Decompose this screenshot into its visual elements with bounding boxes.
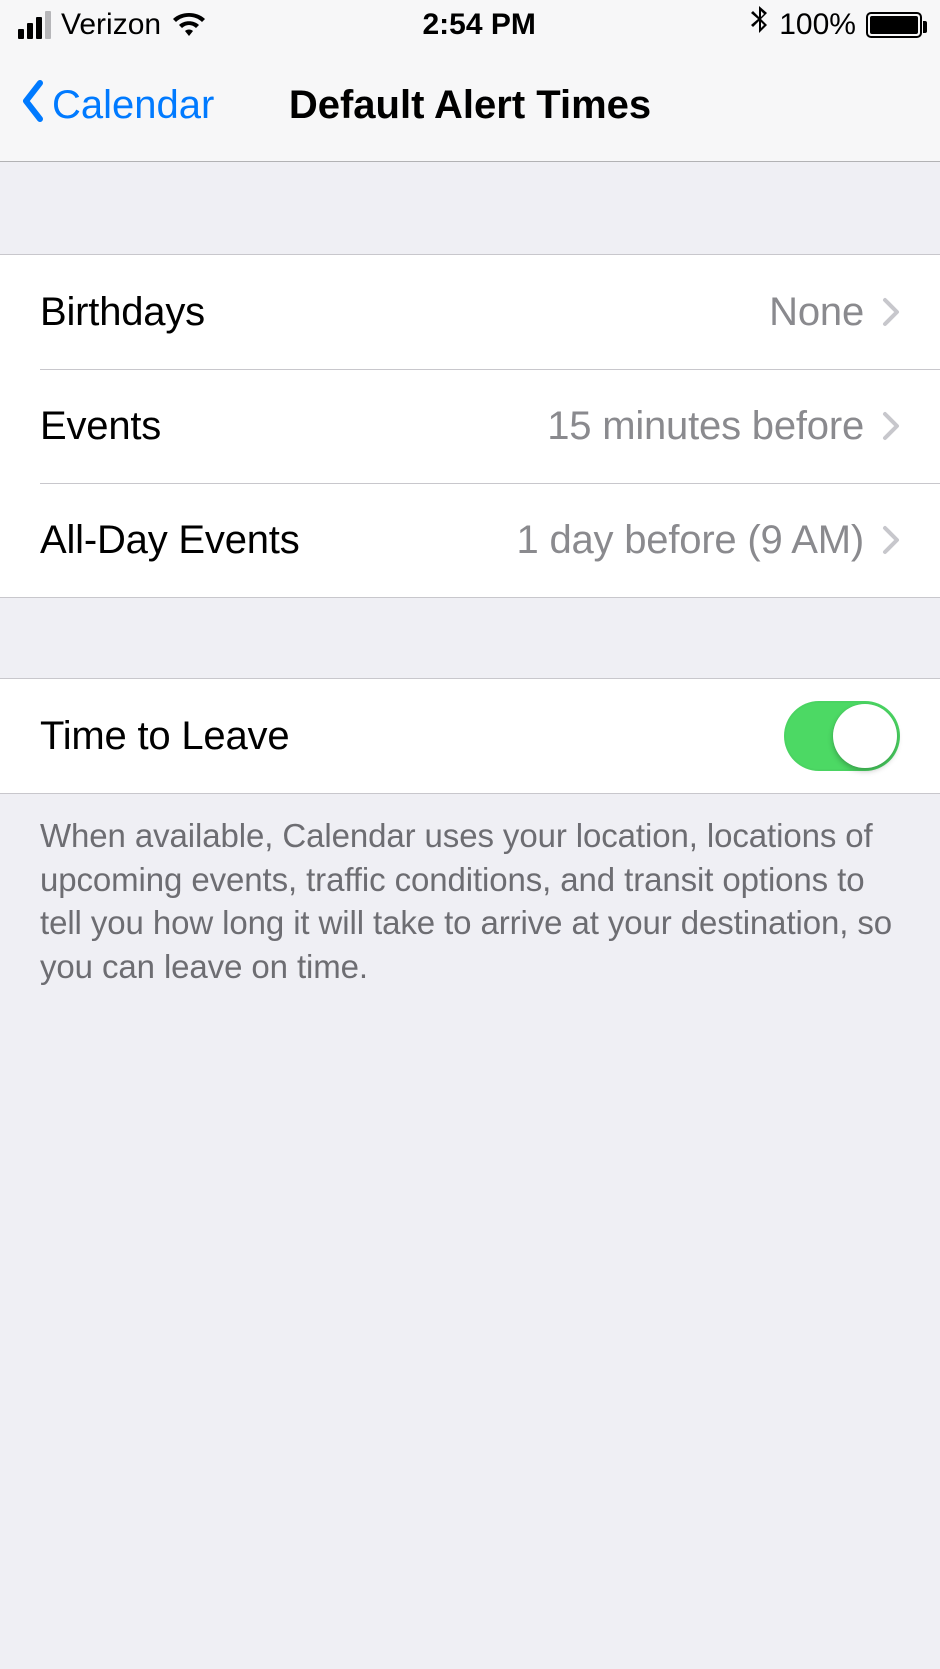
row-label: All-Day Events [40, 518, 300, 563]
row-label: Time to Leave [40, 714, 289, 759]
chevron-right-icon [882, 411, 900, 441]
toggle-knob [833, 704, 897, 768]
chevron-right-icon [882, 525, 900, 555]
row-value: 15 minutes before [547, 404, 882, 449]
status-bar: Verizon 2:54 PM 100% [0, 0, 940, 50]
back-label: Calendar [52, 83, 214, 128]
chevron-right-icon [882, 297, 900, 327]
chevron-left-icon [18, 79, 48, 133]
section-spacer [0, 162, 940, 254]
battery-percent: 100% [779, 8, 856, 42]
row-time-to-leave: Time to Leave [0, 679, 940, 793]
back-button[interactable]: Calendar [0, 79, 214, 133]
row-value: 1 day before (9 AM) [517, 518, 883, 563]
row-all-day-events[interactable]: All-Day Events 1 day before (9 AM) [0, 483, 940, 597]
nav-bar: Calendar Default Alert Times [0, 50, 940, 162]
battery-icon [866, 12, 922, 38]
alert-times-group: Birthdays None Events 15 minutes before … [0, 254, 940, 598]
status-right: 100% [751, 6, 922, 44]
row-events[interactable]: Events 15 minutes before [0, 369, 940, 483]
section-spacer [0, 598, 940, 678]
row-value: None [769, 290, 882, 335]
time-to-leave-toggle[interactable] [784, 701, 900, 771]
row-label: Birthdays [40, 290, 205, 335]
status-left: Verizon [18, 8, 207, 42]
status-time: 2:54 PM [422, 8, 535, 42]
cell-signal-icon [18, 11, 51, 39]
bluetooth-icon [751, 6, 769, 44]
wifi-icon [171, 12, 207, 38]
row-birthdays[interactable]: Birthdays None [0, 255, 940, 369]
time-to-leave-description: When available, Calendar uses your locat… [0, 794, 940, 988]
row-label: Events [40, 404, 161, 449]
time-to-leave-group: Time to Leave [0, 678, 940, 794]
carrier-label: Verizon [61, 8, 161, 42]
